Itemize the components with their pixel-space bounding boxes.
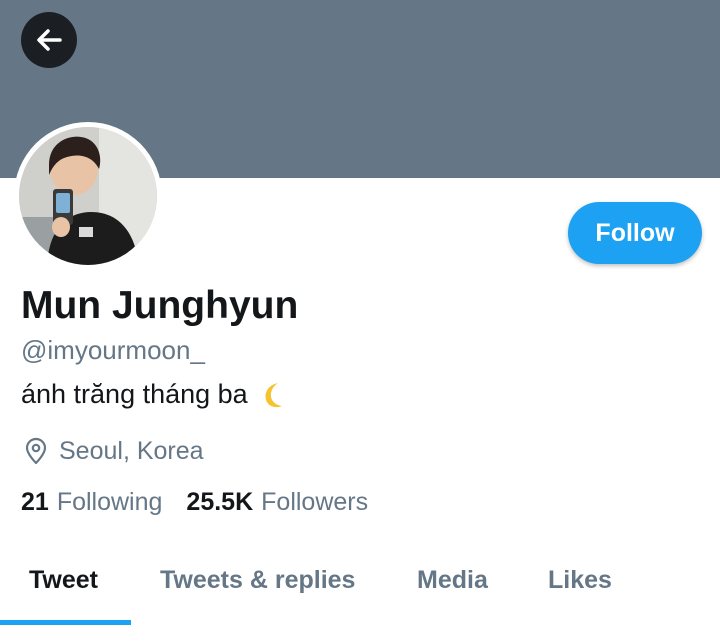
location-text: Seoul, Korea	[59, 436, 204, 465]
profile-bio: ánh trăng tháng ba	[21, 379, 288, 410]
followers-label: Followers	[261, 488, 369, 516]
followers-count: 25.5K	[186, 488, 254, 516]
profile-tabs: Tweet Tweets & replies Media Likes	[0, 548, 720, 628]
arrow-left-icon	[37, 29, 62, 51]
back-button[interactable]	[21, 12, 77, 68]
profile-handle: @imyourmoon_	[21, 335, 205, 365]
bio-text: ánh trăng tháng ba	[21, 379, 248, 409]
tab-media[interactable]: Media	[417, 566, 488, 595]
avatar[interactable]	[14, 122, 162, 270]
follow-stats: 21 Following 25.5K Followers	[21, 488, 368, 517]
following-count: 21	[21, 488, 49, 516]
tab-likes[interactable]: Likes	[548, 566, 612, 595]
location-pin-icon	[21, 436, 51, 466]
crescent-moon-icon	[258, 380, 288, 410]
profile-name: Mun Junghyun	[21, 284, 299, 327]
following-stat[interactable]: 21 Following	[21, 488, 162, 517]
profile-location: Seoul, Korea	[21, 436, 204, 466]
tab-tweet[interactable]: Tweet	[29, 566, 98, 595]
followers-stat[interactable]: 25.5K Followers	[186, 488, 368, 517]
active-tab-indicator	[0, 620, 131, 625]
follow-button[interactable]: Follow	[568, 202, 702, 264]
following-label: Following	[56, 488, 163, 516]
tab-tweets-replies[interactable]: Tweets & replies	[160, 566, 355, 595]
avatar-image	[19, 127, 157, 265]
